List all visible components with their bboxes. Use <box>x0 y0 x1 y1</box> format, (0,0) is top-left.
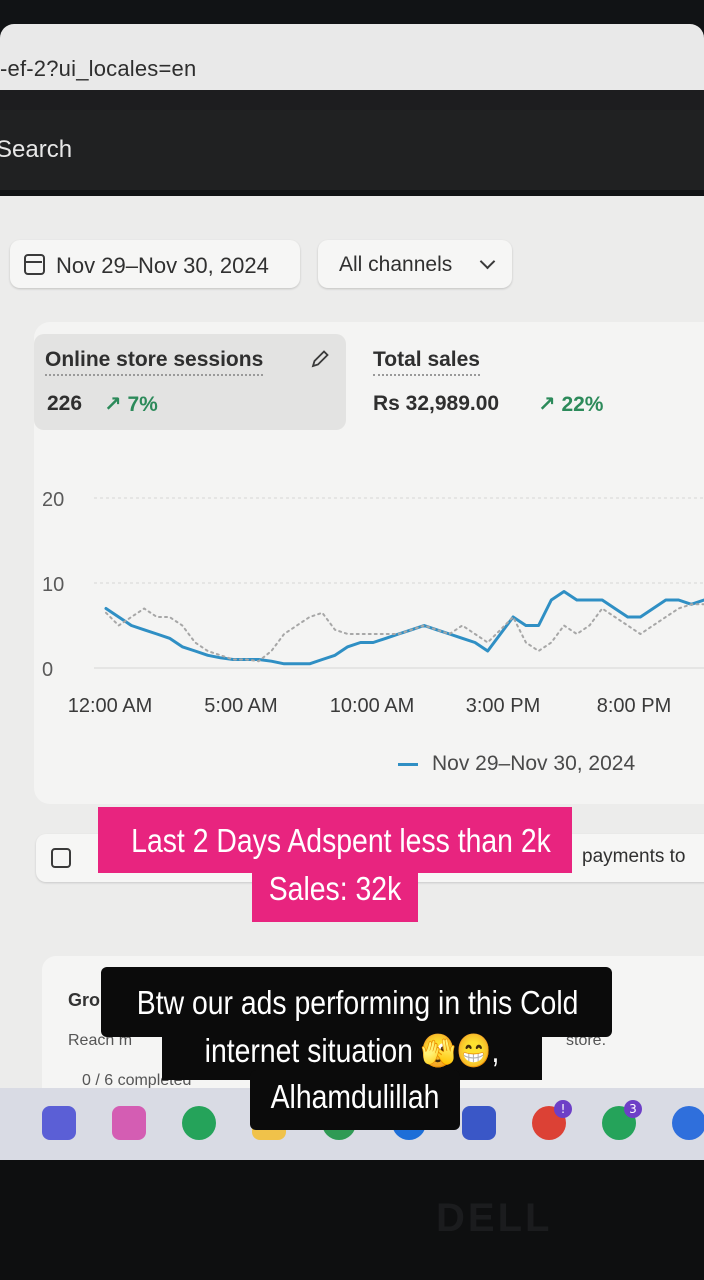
date-range-label: Nov 29–Nov 30, 2024 <box>56 253 269 278</box>
whatsapp-icon[interactable] <box>182 1106 216 1140</box>
address-bar-url[interactable]: -ef-2?ui_locales=en <box>0 56 196 82</box>
copilot-icon[interactable] <box>112 1106 146 1140</box>
browser-divider <box>0 90 704 110</box>
dell-logo: DELL <box>436 1196 553 1240</box>
payments-icon <box>51 848 71 868</box>
notification-badge: ! <box>554 1100 572 1118</box>
caption-alhamdulillah: Alhamdulillah <box>270 1078 440 1115</box>
x-tick-label: 8:00 PM <box>597 695 671 717</box>
metric-delta: ↗ 22% <box>538 393 604 416</box>
y-tick-label: 0 <box>42 659 53 681</box>
series-line-current <box>104 590 704 666</box>
legend-swatch <box>398 762 418 766</box>
chart-legend: Nov 29–Nov 30, 2024 <box>398 752 635 776</box>
metric-title: Online store sessions <box>45 348 264 376</box>
y-tick-label: 20 <box>42 489 64 511</box>
whatsapp-badge-icon[interactable]: 3 <box>602 1100 642 1140</box>
x-tick-label: 3:00 PM <box>466 695 540 717</box>
x-tick-label: 12:00 AM <box>68 695 153 717</box>
metric-delta: ↗ 7% <box>104 393 158 416</box>
sessions-line-chart: 0 10 20 12:00 AM 5:00 AM 10:00 AM 3:00 PM 8:00 … <box>42 489 704 717</box>
notification-badge: 3 <box>624 1100 642 1118</box>
laptop-bezel: DELL <box>0 1160 704 1280</box>
x-tick-label: 10:00 AM <box>330 695 415 717</box>
search-input[interactable]: Search <box>0 136 72 164</box>
caption-adspent: Last 2 Days Adspent less than 2k <box>131 822 551 859</box>
caption-ads-performing: Btw our ads performing in this Cold <box>136 984 579 1021</box>
caption-internet-situation: internet situation 🫣😁, <box>204 1032 500 1069</box>
channels-label: All channels <box>339 253 453 276</box>
metric-value: 226 <box>47 392 83 415</box>
calendar-icon <box>24 254 45 275</box>
chat-app-icon[interactable] <box>42 1106 76 1140</box>
guide-title: Gro <box>68 990 101 1010</box>
address-bar[interactable]: -ef-2?ui_locales=en <box>0 24 704 90</box>
caption-sales: Sales: 32k <box>268 870 402 907</box>
app-edge-icon[interactable] <box>672 1106 704 1140</box>
metric-sessions[interactable]: Online store sessions 226 ↗ 7% <box>34 334 346 430</box>
chevron-down-icon <box>479 253 496 270</box>
analytics-page: Nov 29–Nov 30, 2024 All channels Online … <box>0 196 704 1096</box>
date-range-button[interactable]: Nov 29–Nov 30, 2024 <box>10 240 300 288</box>
metric-value: Rs 32,989.00 <box>373 392 500 415</box>
legend-label: Nov 29–Nov 30, 2024 <box>432 752 636 775</box>
chrome-alert-icon[interactable]: ! <box>532 1100 572 1140</box>
admin-top-bar: Search <box>0 110 704 190</box>
x-tick-label: 5:00 AM <box>204 695 277 717</box>
channels-dropdown[interactable]: All channels <box>318 240 512 288</box>
metric-title: Total sales <box>373 348 480 376</box>
pencil-icon[interactable] <box>310 349 330 369</box>
payments-text: payments to <box>582 846 686 867</box>
store-icon[interactable] <box>462 1106 496 1140</box>
y-tick-label: 10 <box>42 574 64 596</box>
